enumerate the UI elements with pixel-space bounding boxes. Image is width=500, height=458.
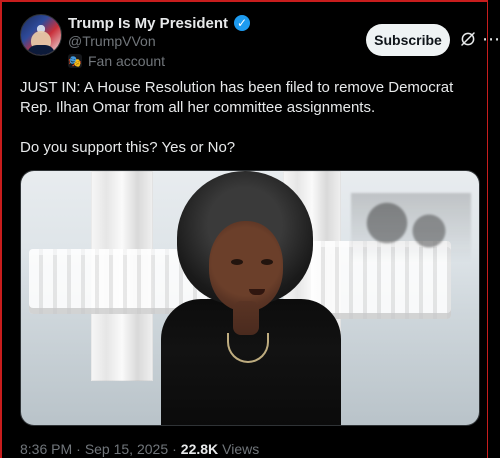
name-row: Trump Is My President ✓ [68, 13, 251, 33]
fan-account-label: 🎭 Fan account [68, 53, 165, 69]
mask-icon: 🎭 [68, 54, 82, 68]
background-people [351, 193, 471, 293]
fan-account-text: Fan account [88, 53, 166, 69]
tweet-header: Trump Is My President ✓ @TrumpVVon 🎭 Fan… [20, 10, 500, 69]
meta-separator-2: · [172, 441, 177, 457]
tweet: Trump Is My President ✓ @TrumpVVon 🎭 Fan… [12, 0, 500, 458]
verified-badge-icon: ✓ [234, 15, 251, 31]
right-edge-frame [487, 0, 500, 458]
post-time[interactable]: 8:36 PM [20, 441, 72, 457]
account-handle[interactable]: @TrumpVVon [68, 33, 156, 49]
account-name[interactable]: Trump Is My President [68, 15, 228, 32]
grok-icon[interactable] [457, 28, 479, 50]
speaker-eye-left [231, 259, 243, 265]
views-label: Views [222, 441, 260, 457]
post-text: JUST IN: A House Resolution has been fil… [20, 79, 454, 156]
avatar[interactable] [20, 14, 62, 56]
speaker-neck [233, 301, 259, 335]
views-count: 22.8K [180, 441, 219, 457]
more-icon[interactable]: ⋯ [482, 28, 500, 50]
video-thumbnail[interactable] [20, 170, 480, 426]
subscribe-button[interactable]: Subscribe [366, 24, 450, 56]
speaker-face [209, 221, 283, 311]
speaker [161, 171, 341, 425]
post-date[interactable]: Sep 15, 2025 [85, 441, 168, 457]
speaker-eye-right [261, 259, 273, 265]
post-meta: 8:36 PM · Sep 15, 2025 · 22.8K Views [20, 441, 259, 457]
meta-separator-1: · [76, 441, 81, 457]
